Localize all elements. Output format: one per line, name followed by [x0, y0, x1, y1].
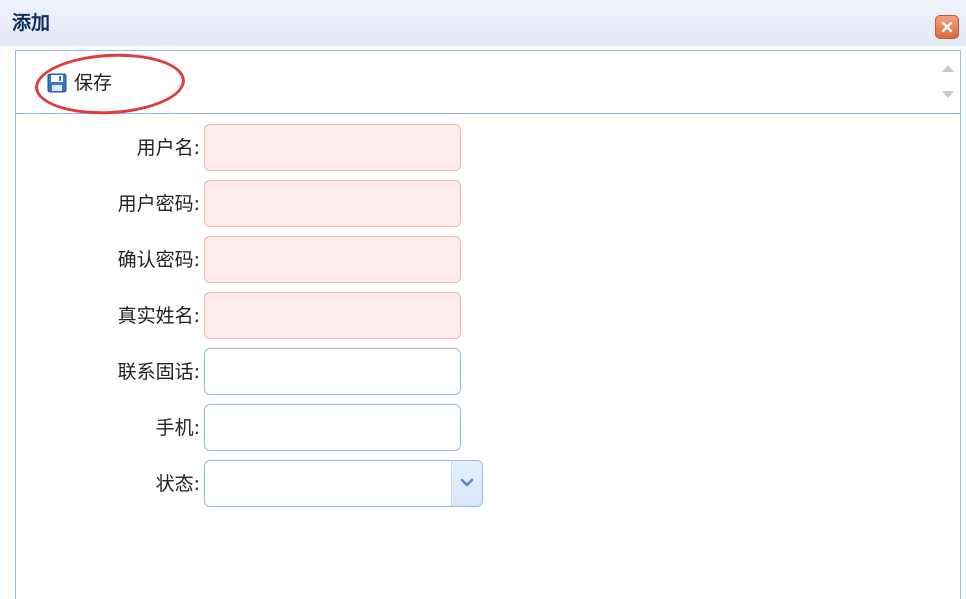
password-input[interactable] — [204, 180, 461, 227]
mobile-label: 手机: — [155, 417, 200, 439]
dialog-title: 添加 — [12, 12, 51, 34]
form-row-mobile: 手机: — [16, 404, 960, 452]
scroll-up-arrow-icon[interactable] — [942, 65, 954, 72]
confirm-password-label: 确认密码: — [117, 249, 200, 271]
landline-label: 联系固话: — [117, 361, 200, 383]
username-label: 用户名: — [136, 137, 200, 159]
chevron-down-icon — [460, 478, 474, 487]
close-icon — [941, 21, 953, 33]
floppy-disk-icon — [47, 73, 67, 93]
status-select-dropdown-button[interactable] — [451, 461, 482, 506]
real-name-label: 真实姓名: — [117, 305, 200, 327]
form-row-status: 状态: — [16, 460, 960, 508]
mobile-input[interactable] — [204, 404, 461, 451]
status-select[interactable] — [204, 460, 483, 507]
dialog-titlebar: 添加 — [0, 0, 966, 46]
scroll-down-arrow-icon[interactable] — [942, 91, 954, 98]
status-label: 状态: — [155, 473, 200, 495]
form-row-real-name: 真实姓名: — [16, 292, 960, 340]
confirm-password-input[interactable] — [204, 236, 461, 283]
toolbar: 保存 — [16, 51, 960, 114]
close-button[interactable] — [935, 15, 959, 39]
real-name-input[interactable] — [204, 292, 461, 339]
password-label: 用户密码: — [117, 193, 200, 215]
save-button-label: 保存 — [74, 72, 113, 94]
landline-input[interactable] — [204, 348, 461, 395]
add-dialog: 添加 保存 用户名: 用户密码: 确认密码: 真实姓名: 联系固话: 手机: 状… — [0, 0, 966, 599]
form-row-landline: 联系固话: — [16, 348, 960, 396]
save-button[interactable]: 保存 — [43, 69, 116, 97]
form-row-confirm-password: 确认密码: — [16, 236, 960, 284]
toolbar-scrollbar[interactable] — [936, 51, 960, 113]
form-row-username: 用户名: — [16, 124, 960, 172]
dialog-body: 保存 用户名: 用户密码: 确认密码: 真实姓名: 联系固话: 手机: 状态: — [15, 50, 961, 599]
form-row-password: 用户密码: — [16, 180, 960, 228]
username-input[interactable] — [204, 124, 461, 171]
